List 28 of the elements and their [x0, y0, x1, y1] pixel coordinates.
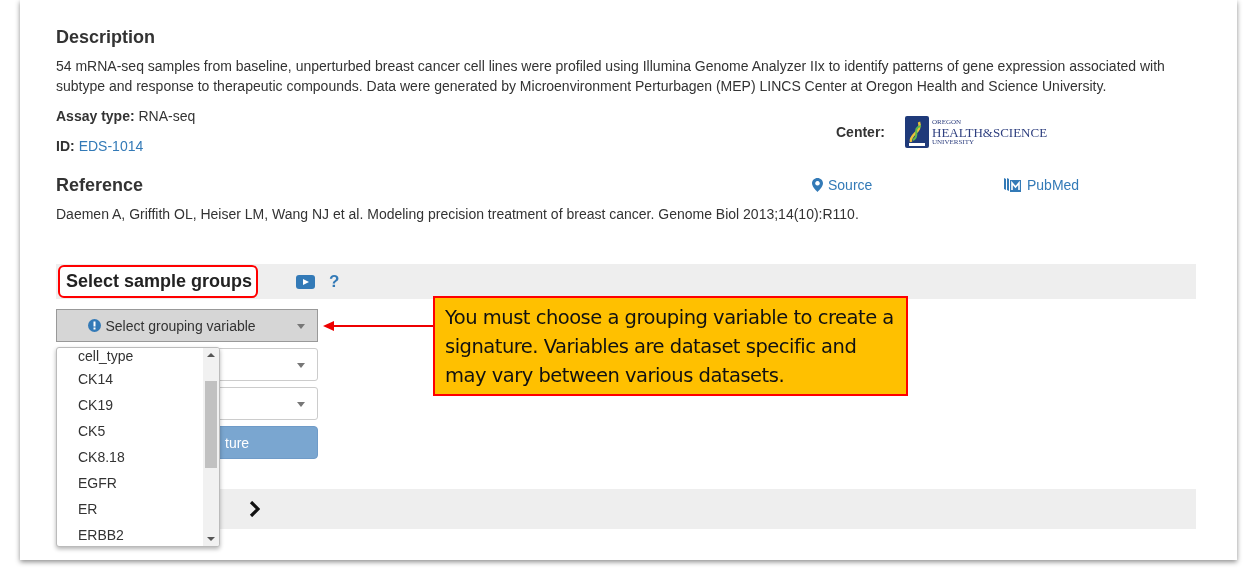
- section-heading: Description: [56, 26, 157, 48]
- section-heading: Select sample groups: [58, 265, 259, 298]
- dropdown-option[interactable]: CK5: [57, 418, 203, 444]
- grouping-variable-dropdown[interactable]: Select grouping variable: [56, 309, 318, 342]
- dropdown-option[interactable]: ERBB2: [57, 522, 203, 546]
- callout-note: You must choose a grouping variable to create a signature. Variables are dataset specific and may vary between various datasets.: [433, 296, 908, 396]
- exclamation-icon: [88, 319, 102, 332]
- dropdown-option[interactable]: CK8.18: [57, 444, 203, 470]
- help-link[interactable]: ?: [329, 271, 340, 292]
- dropdown-option[interactable]: EGFR: [57, 470, 203, 496]
- map-pin-icon: [812, 178, 823, 192]
- id-label: ID:: [56, 138, 75, 154]
- dropdown-option[interactable]: CK19: [57, 392, 203, 418]
- center-label: Center:: [836, 124, 886, 140]
- reference-link[interactable]: Source: [812, 177, 1004, 193]
- section-heading: Reference: [56, 174, 145, 196]
- reference-text: Daemen A, Griffith OL, Heiser LM, Wang NJ et al. Modeling precision treatment of breast cancer. Genome Biol 2013;14(10):R110.: [56, 205, 860, 224]
- id-link[interactable]: EDS-1014: [78, 138, 144, 154]
- chevron-right-icon[interactable]: [249, 501, 260, 517]
- dropdown-option[interactable]: ER: [57, 496, 203, 522]
- video-icon[interactable]: [296, 274, 316, 289]
- assay-type-text: Assay type: RNA-seq: [56, 107, 197, 126]
- description-text: 54 mRNA-seq samples from baseline, unperturbed breast cancer cell lines were profiled using Illumina Genome Analyzer IIx to identify patterns of gene expression associated with subtype and response to therapeutic compounds. Data were generated by Microenvironment Perturbagen (MEP) LINCS Center at Oregon Health and Science University.: [56, 57, 1166, 96]
- reference-link[interactable]: PubMed: [1004, 177, 1196, 193]
- scrollbar[interactable]: [203, 348, 219, 546]
- dropdown-option[interactable]: CK14: [57, 366, 203, 392]
- book-icon: [1004, 177, 1022, 193]
- dropdown-option[interactable]: cell_type: [57, 348, 203, 366]
